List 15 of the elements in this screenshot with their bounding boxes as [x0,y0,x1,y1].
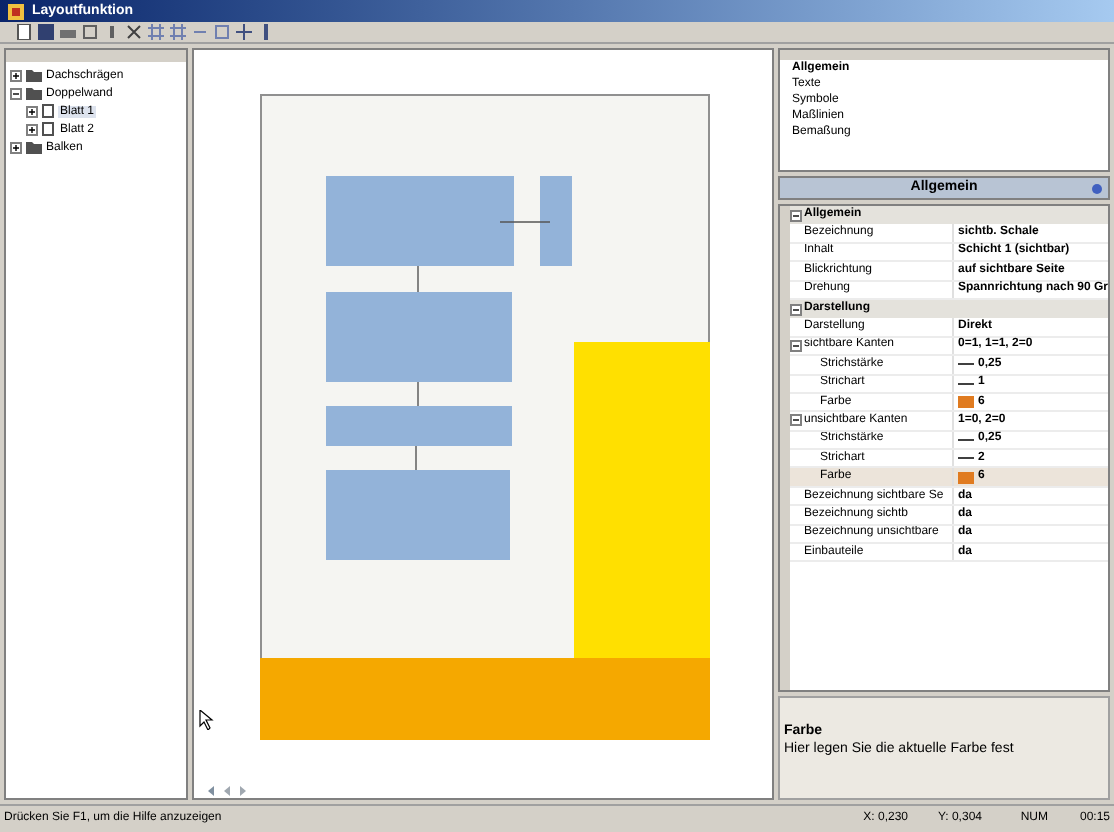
collapse-icon[interactable] [789,303,802,316]
frame-icon[interactable] [214,24,230,40]
folder-icon [26,140,42,154]
collapse-icon[interactable] [789,209,802,222]
collapse-icon[interactable] [10,87,22,99]
collapse-icon[interactable] [789,414,802,427]
grid-icon[interactable] [170,24,186,40]
cursor-icon [198,710,214,730]
app-icon [8,3,24,19]
page-icon[interactable] [82,24,98,40]
collapse-icon[interactable] [789,339,802,352]
first-page-icon[interactable] [206,786,216,796]
grid-icon[interactable] [148,24,164,40]
move-icon[interactable] [236,24,252,40]
cut-icon[interactable] [126,24,142,40]
